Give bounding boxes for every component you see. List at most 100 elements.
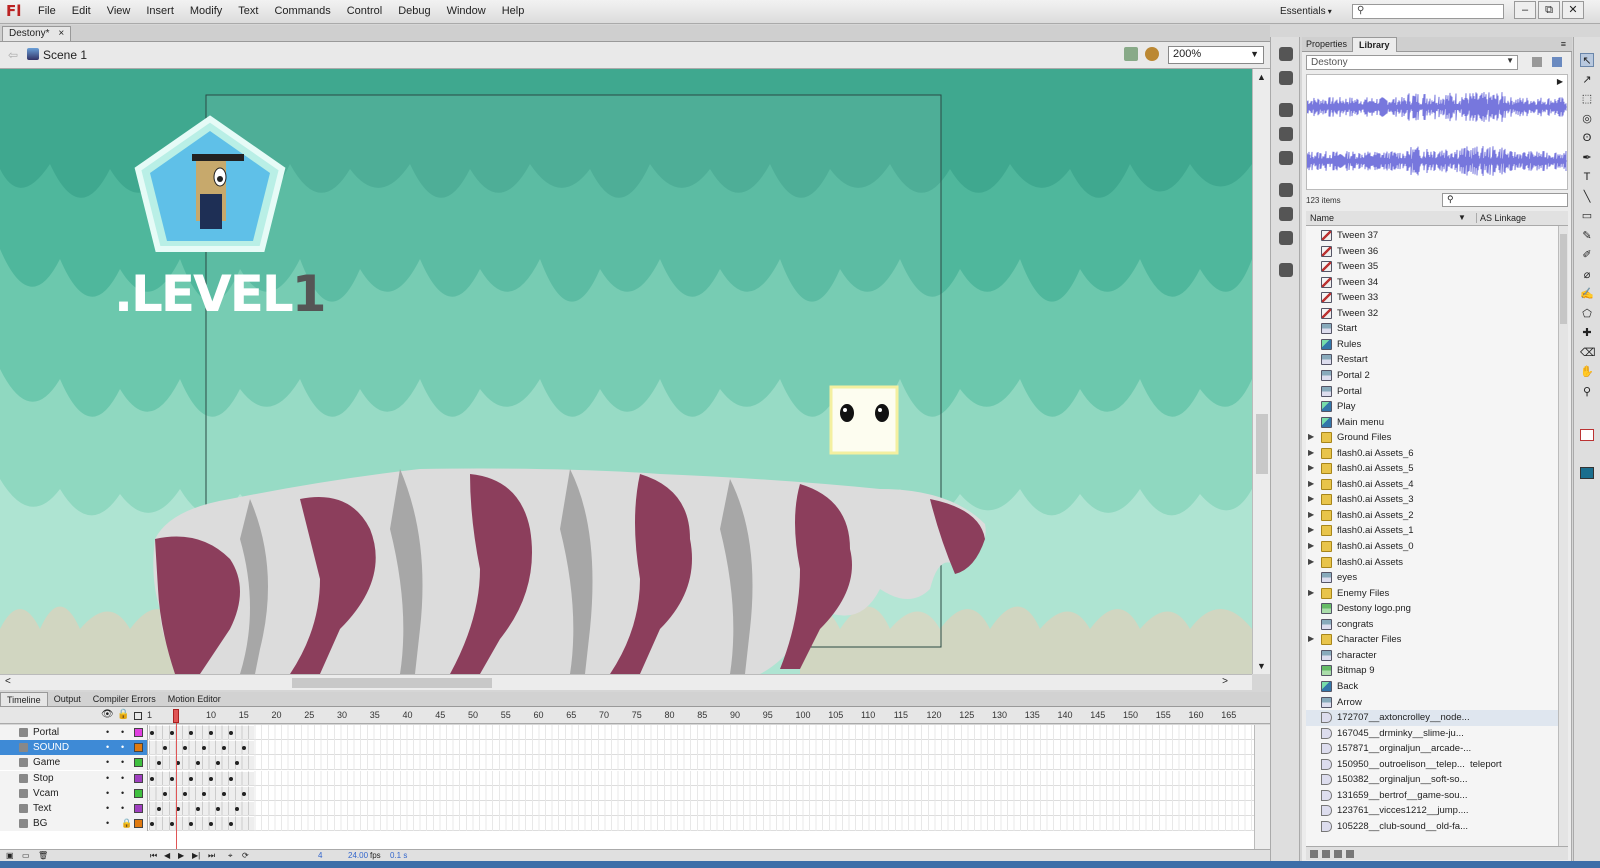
expand-arrow-icon[interactable]: ▶ <box>1308 463 1314 472</box>
library-item[interactable]: character <box>1306 648 1558 664</box>
scroll-right-icon[interactable]: > <box>1222 676 1228 687</box>
brush-tool-icon[interactable]: ✐ <box>1580 248 1594 262</box>
library-item[interactable]: Tween 37 <box>1306 228 1558 244</box>
keyframe[interactable] <box>195 761 200 766</box>
layer-name[interactable]: Game <box>33 757 60 768</box>
expand-arrow-icon[interactable]: ▶ <box>1308 494 1314 503</box>
minimize-button[interactable]: – <box>1514 1 1536 19</box>
frame-cells[interactable] <box>149 725 1254 740</box>
library-document-select[interactable]: Destony ▼ <box>1306 55 1518 70</box>
column-name[interactable]: Name <box>1310 213 1334 223</box>
library-item[interactable]: Tween 35 <box>1306 259 1558 275</box>
hand-tool-icon[interactable]: ✋ <box>1580 365 1594 379</box>
tab-compiler-errors[interactable]: Compiler Errors <box>87 692 162 706</box>
paint-bucket-tool-icon[interactable]: ⬠ <box>1580 307 1594 321</box>
library-item[interactable]: ▶ flash0.ai Assets_3 <box>1306 492 1558 508</box>
frame-cells[interactable] <box>149 755 1254 771</box>
keyframe[interactable] <box>202 791 207 796</box>
pen-tool-icon[interactable]: ✒ <box>1580 151 1594 165</box>
layer-name-cell[interactable]: Text • • <box>0 801 148 816</box>
selection-tool-icon[interactable]: ↖ <box>1580 53 1594 67</box>
align-icon[interactable] <box>1279 103 1293 117</box>
step-back-icon[interactable]: ◀ <box>164 851 170 860</box>
keyframe[interactable] <box>182 791 187 796</box>
keyframe[interactable] <box>228 776 233 781</box>
eraser-tool-icon[interactable]: ⌫ <box>1580 346 1596 360</box>
close-icon[interactable]: × <box>58 28 64 39</box>
keyframe[interactable] <box>202 746 207 751</box>
layer-name[interactable]: Stop <box>33 773 54 784</box>
keyframe[interactable] <box>222 791 227 796</box>
eye-icon[interactable]: 👁 <box>101 709 114 720</box>
help-search-input[interactable]: ⚲ <box>1352 4 1504 19</box>
keyframe[interactable] <box>163 746 168 751</box>
tab-motion-editor[interactable]: Motion Editor <box>162 692 227 706</box>
go-last-icon[interactable]: ⏭ <box>208 851 215 861</box>
3d-rotation-tool-icon[interactable]: ◎ <box>1580 112 1594 126</box>
library-item[interactable]: ▶ flash0.ai Assets_6 <box>1306 446 1558 462</box>
zoom-tool-icon[interactable]: ⚲ <box>1580 385 1594 399</box>
lasso-tool-icon[interactable]: ʘ <box>1580 131 1594 145</box>
keyframe[interactable] <box>189 731 194 735</box>
layer-name-cell[interactable]: BG • 🔒 <box>0 816 148 832</box>
keyframe[interactable] <box>208 776 213 781</box>
rectangle-tool-icon[interactable]: ▭ <box>1580 209 1594 223</box>
expand-arrow-icon[interactable]: ▶ <box>1308 510 1314 519</box>
library-item[interactable]: Tween 36 <box>1306 244 1558 260</box>
library-item[interactable]: 150382__orginaljun__soft-so... <box>1306 772 1558 788</box>
free-transform-tool-icon[interactable]: ⬚ <box>1580 92 1594 106</box>
stroke-color-swatch[interactable] <box>1580 429 1594 441</box>
go-first-icon[interactable]: ⏮ <box>150 851 157 861</box>
lock-toggle[interactable]: • <box>121 757 124 767</box>
layer-name-cell[interactable]: Portal • • <box>0 725 148 740</box>
panel-menu-icon[interactable]: ≡ <box>1561 39 1566 49</box>
motion-presets-icon[interactable] <box>1279 231 1293 245</box>
column-as-linkage[interactable]: AS Linkage <box>1476 213 1526 223</box>
layer-row[interactable]: Stop • • <box>0 770 1270 786</box>
color-icon[interactable] <box>1279 47 1293 61</box>
keyframe[interactable] <box>222 746 227 751</box>
visibility-toggle[interactable]: • <box>106 818 109 828</box>
lock-icon[interactable]: 🔒 <box>117 709 129 720</box>
keyframe[interactable] <box>208 731 213 735</box>
components-icon[interactable] <box>1279 207 1293 221</box>
keyframe[interactable] <box>150 776 154 781</box>
keyframe[interactable] <box>195 807 200 811</box>
keyframe[interactable] <box>163 791 168 796</box>
menu-modify[interactable]: Modify <box>190 5 222 17</box>
keyframe[interactable] <box>228 822 233 827</box>
workspace-switcher[interactable]: Essentials <box>1280 6 1332 17</box>
frame-cells[interactable] <box>149 770 1254 786</box>
library-item[interactable]: Tween 32 <box>1306 306 1558 322</box>
library-item[interactable]: Tween 34 <box>1306 275 1558 291</box>
menu-text[interactable]: Text <box>238 5 258 17</box>
play-icon[interactable]: ▶ <box>178 851 184 860</box>
menu-insert[interactable]: Insert <box>146 5 174 17</box>
expand-arrow-icon[interactable]: ▶ <box>1308 588 1314 597</box>
current-frame-value[interactable]: 4 <box>318 851 322 860</box>
keyframe[interactable] <box>150 731 154 735</box>
tab-timeline[interactable]: Timeline <box>0 692 48 706</box>
library-item[interactable]: ▶ flash0.ai Assets_2 <box>1306 508 1558 524</box>
expand-arrow-icon[interactable]: ▶ <box>1308 557 1314 566</box>
expand-arrow-icon[interactable]: ▶ <box>1308 448 1314 457</box>
layer-row[interactable]: BG • 🔒 <box>0 816 1270 832</box>
layer-outline-color[interactable] <box>134 743 143 753</box>
lock-toggle[interactable]: • <box>121 742 124 752</box>
keyframe[interactable] <box>156 761 161 766</box>
document-tab[interactable]: Destony* × <box>2 26 72 41</box>
keyframe[interactable] <box>241 791 246 796</box>
text-tool-icon[interactable]: T <box>1580 170 1594 184</box>
library-item[interactable]: Arrow <box>1306 695 1558 711</box>
library-item[interactable]: ▶ Character Files <box>1306 632 1558 648</box>
library-item[interactable]: 131659__bertrof__game-sou... <box>1306 788 1558 804</box>
new-folder-icon[interactable] <box>1322 850 1330 858</box>
library-item[interactable]: Destony logo.png <box>1306 601 1558 617</box>
scene-breadcrumb[interactable]: Scene 1 <box>43 48 87 62</box>
keyframe[interactable] <box>241 746 246 751</box>
history-icon[interactable] <box>1279 263 1293 277</box>
layer-outline-color[interactable] <box>134 758 143 768</box>
back-arrow-icon[interactable]: ⇦ <box>8 48 18 62</box>
expand-arrow-icon[interactable]: ▶ <box>1308 479 1314 488</box>
frame-span[interactable] <box>149 771 254 785</box>
